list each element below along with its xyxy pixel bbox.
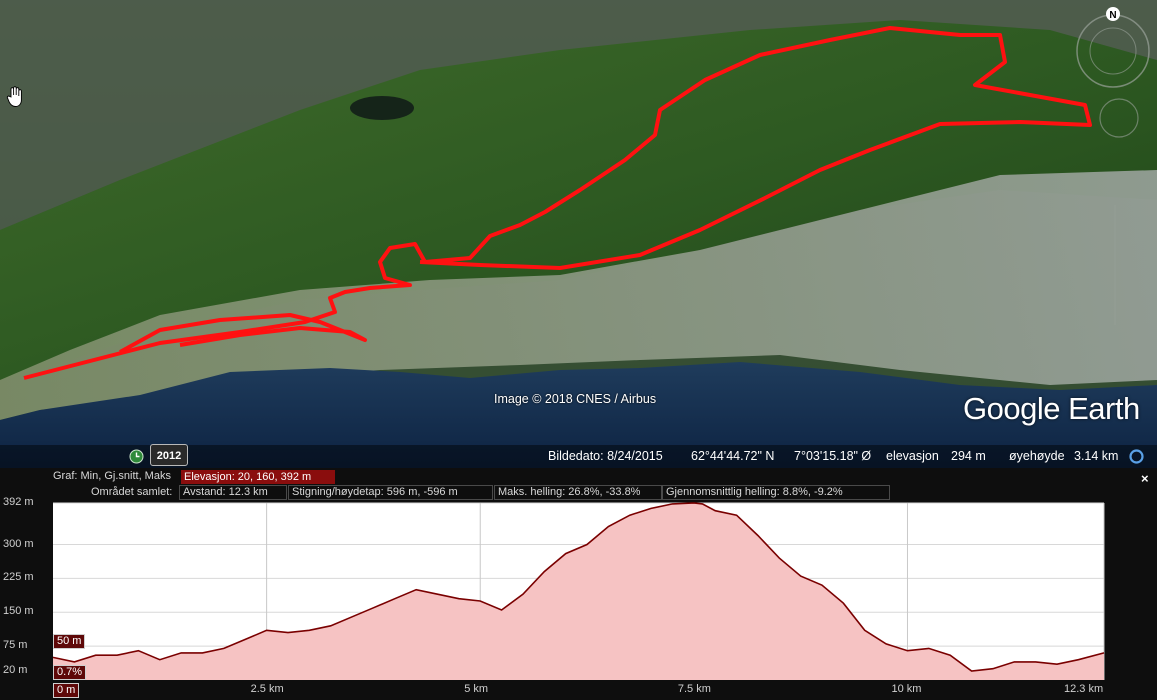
image-attribution: Image © 2018 CNES / Airbus <box>494 392 657 406</box>
cursor-elevation-tag: 50 m <box>53 634 86 649</box>
elevation-label: elevasjon <box>886 449 939 463</box>
y-tick-label: 300 m <box>3 537 34 550</box>
y-tick-label: 225 m <box>3 571 34 584</box>
eye-altitude-label: øyehøyde <box>1009 449 1065 463</box>
zoom-slider[interactable] <box>1108 205 1122 325</box>
clock-icon[interactable] <box>129 449 144 464</box>
compass-north-label: N <box>1109 10 1116 21</box>
google-earth-logo: Google Earth <box>963 391 1140 426</box>
y-tick-label: 392 m <box>3 496 34 508</box>
cursor-distance-tag: 0 m <box>53 683 80 698</box>
globe-icon[interactable] <box>1129 449 1144 464</box>
image-date: Bildedato: 8/24/2015 <box>548 449 663 463</box>
elevation-value: 294 m <box>951 449 986 463</box>
y-tick-label: 20 m <box>3 663 28 676</box>
x-tick-label: 10 km <box>891 683 922 695</box>
x-tick-label: 5 km <box>464 683 489 695</box>
eye-altitude-value: 3.14 km <box>1074 449 1119 463</box>
x-tick-label: 2.5 km <box>250 683 284 695</box>
cursor-slope-tag: 0.7% <box>53 665 87 680</box>
map-view[interactable]: N Image © 2018 CNES / Airbus Google Eart… <box>0 0 1157 468</box>
compass-icon[interactable]: N <box>1072 6 1154 88</box>
elevation-chart[interactable] <box>0 468 1157 700</box>
y-tick-label: 75 m <box>3 639 28 652</box>
x-tick-label: 7.5 km <box>677 683 711 695</box>
latitude: 62°44'44.72" N <box>691 449 775 463</box>
look-joystick-icon[interactable] <box>1098 97 1140 139</box>
y-tick-label: 150 m <box>3 605 34 618</box>
longitude: 7°03'15.18" Ø <box>794 449 872 463</box>
x-tick-label: 12.3 km <box>1064 683 1104 695</box>
hand-cursor-icon <box>6 86 22 107</box>
elevation-profile-panel: Graf: Min, Gj.snitt, Maks Elevasjon: 20,… <box>0 468 1157 700</box>
historical-imagery-year-button[interactable]: 2012 <box>150 444 188 466</box>
